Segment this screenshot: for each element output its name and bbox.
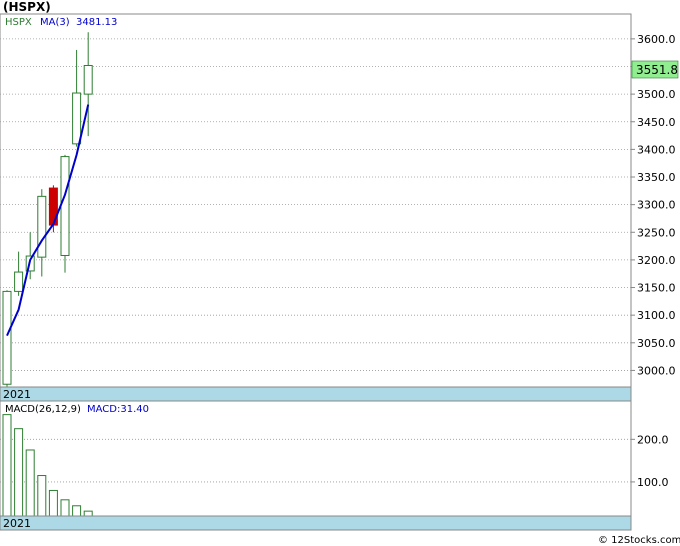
price-period-label: 2021 xyxy=(3,388,31,401)
macd-bars xyxy=(2,414,93,517)
price-tick-label: 3250.0 xyxy=(637,226,676,239)
candle-body xyxy=(37,195,47,258)
macd-tick-label: 200.0 xyxy=(637,433,669,446)
candle-body xyxy=(2,290,12,385)
macd-bar xyxy=(37,475,47,517)
macd-period-band xyxy=(0,515,632,531)
price-tick-label: 3050.0 xyxy=(637,337,676,350)
price-y-ticks: 3000.0 3050.0 3100.0 3150.0 3200.0 3250.0 3300… xyxy=(631,33,676,377)
price-tick-label: 3000.0 xyxy=(637,364,676,377)
price-tick-label: 3500.0 xyxy=(637,88,676,101)
legend-ma-value: 3481.13 xyxy=(76,17,117,28)
price-tick-label: 3350.0 xyxy=(637,171,676,184)
macd-bar xyxy=(14,428,24,517)
candle-body xyxy=(14,271,24,292)
macd-tick-label: 100.0 xyxy=(637,476,669,489)
price-tick-label: 3400.0 xyxy=(637,143,676,156)
price-grid xyxy=(0,38,631,371)
macd-y-ticks: 100.0 200.0 xyxy=(631,433,669,489)
chart-title: (HSPX) xyxy=(3,0,51,14)
macd-bar xyxy=(83,510,93,517)
macd-title: MACD(26,12,9) xyxy=(5,404,81,415)
macd-bar xyxy=(60,499,70,517)
macd-period-label: 2021 xyxy=(3,517,31,530)
candle-body xyxy=(72,92,82,145)
price-tick-label: 3100.0 xyxy=(637,309,676,322)
legend-ma-label: MA(3) xyxy=(40,17,70,28)
last-price-label: 3551.8 xyxy=(636,63,678,77)
copyright: © 12Stocks.com xyxy=(598,535,680,546)
candle-body xyxy=(83,65,93,95)
price-tick-label: 3600.0 xyxy=(637,33,676,46)
price-period-band xyxy=(0,386,632,402)
macd-grid xyxy=(0,438,631,483)
macd-legend-value: MACD:31.40 xyxy=(87,404,149,415)
price-tick-label: 3150.0 xyxy=(637,282,676,295)
chart: 3000.0 3050.0 3100.0 3150.0 3200.0 3250.0 3300… xyxy=(0,0,680,546)
candle-body xyxy=(60,156,70,256)
price-tick-label: 3450.0 xyxy=(637,116,676,129)
macd-bar xyxy=(25,449,35,517)
legend-symbol: HSPX xyxy=(5,17,32,28)
price-tick-label: 3300.0 xyxy=(637,199,676,212)
candles xyxy=(2,32,93,389)
macd-bar xyxy=(2,414,12,517)
price-tick-label: 3200.0 xyxy=(637,254,676,267)
macd-bar xyxy=(48,489,58,517)
macd-panel-frame xyxy=(0,400,632,531)
macd-bar xyxy=(72,505,82,517)
